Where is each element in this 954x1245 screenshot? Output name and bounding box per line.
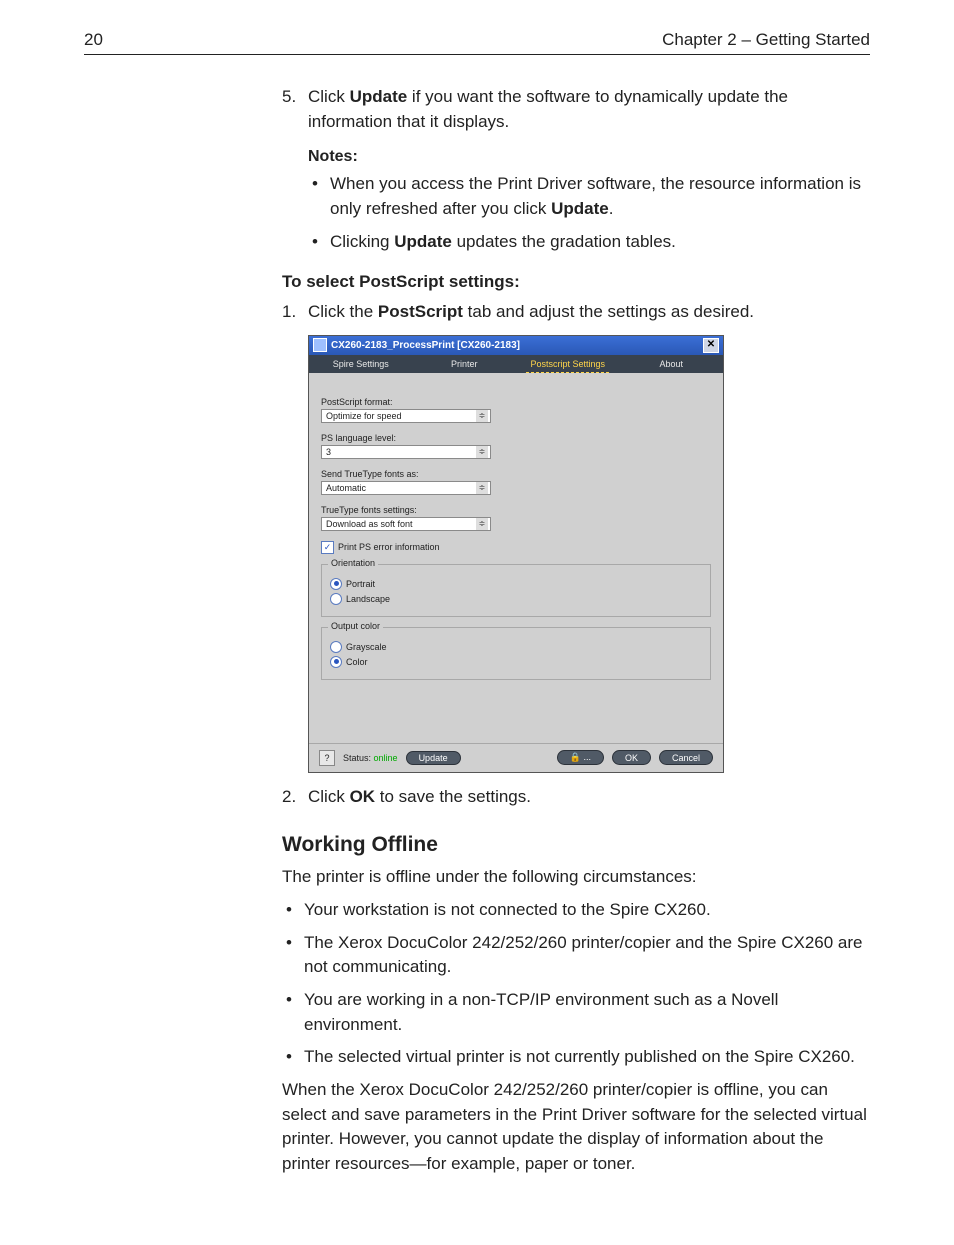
note-item-1: When you access the Print Driver softwar…	[308, 172, 870, 221]
stepper-icon: ≑	[476, 410, 488, 422]
step-5: 5. Click Update if you want the software…	[282, 85, 870, 134]
orientation-portrait-radio[interactable]: Portrait	[330, 578, 702, 590]
tab-strip: Spire Settings Printer Postscript Settin…	[309, 355, 723, 373]
dialog-window: CX260-2183_ProcessPrint [CX260-2183] ✕ S…	[308, 335, 724, 773]
group-legend: Orientation	[328, 558, 378, 568]
chapter-title: Chapter 2 – Getting Started	[662, 30, 870, 50]
status-value: online	[374, 753, 398, 763]
postscript-format-dropdown[interactable]: Optimize for speed ≑	[321, 409, 491, 423]
step-text-pre: Click	[308, 87, 350, 106]
field-postscript-format: PostScript format: Optimize for speed ≑	[321, 397, 711, 423]
working-offline-heading: Working Offline	[282, 833, 870, 857]
dialog-screenshot: CX260-2183_ProcessPrint [CX260-2183] ✕ S…	[282, 335, 870, 773]
tab-postscript-settings[interactable]: Postscript Settings	[516, 355, 620, 373]
notes-label: Notes:	[308, 148, 870, 166]
offline-bullet-3: You are working in a non-TCP/IP environm…	[282, 988, 870, 1037]
dropdown-value: 3	[326, 447, 331, 457]
step-number: 2.	[282, 785, 296, 810]
ps-language-level-dropdown[interactable]: 3 ≑	[321, 445, 491, 459]
offline-paragraph: When the Xerox DocuColor 242/252/260 pri…	[282, 1078, 870, 1177]
output-color-group: Output color Grayscale Color	[321, 627, 711, 680]
orientation-landscape-radio[interactable]: Landscape	[330, 593, 702, 605]
dialog-title-text: CX260-2183_ProcessPrint [CX260-2183]	[331, 340, 520, 351]
offline-intro: The printer is offline under the followi…	[282, 865, 870, 890]
tab-spire-settings[interactable]: Spire Settings	[309, 355, 413, 373]
field-ps-language-level: PS language level: 3 ≑	[321, 433, 711, 459]
field-label: TrueType fonts settings:	[321, 505, 711, 515]
dialog-titlebar: CX260-2183_ProcessPrint [CX260-2183] ✕	[309, 336, 723, 355]
radio-icon	[330, 593, 342, 605]
page-header: 20 Chapter 2 – Getting Started	[84, 30, 870, 55]
dropdown-value: Download as soft font	[326, 519, 413, 529]
update-button[interactable]: Update	[406, 751, 461, 765]
offline-bullet-1: Your workstation is not connected to the…	[282, 898, 870, 923]
dropdown-value: Automatic	[326, 483, 366, 493]
cancel-button[interactable]: Cancel	[659, 750, 713, 765]
group-legend: Output color	[328, 621, 383, 631]
send-truetype-dropdown[interactable]: Automatic ≑	[321, 481, 491, 495]
print-ps-error-checkbox-row[interactable]: ✓ Print PS error information	[321, 541, 711, 554]
checkbox-label: Print PS error information	[338, 542, 440, 552]
field-truetype-settings: TrueType fonts settings: Download as sof…	[321, 505, 711, 531]
stepper-icon: ≑	[476, 482, 488, 494]
lock-button[interactable]: 🔒 ...	[557, 750, 604, 765]
ps-step-1: 1. Click the PostScript tab and adjust t…	[282, 300, 870, 325]
note-item-2: Clicking Update updates the gradation ta…	[308, 230, 870, 255]
ok-button[interactable]: OK	[612, 750, 651, 765]
checkbox-icon: ✓	[321, 541, 334, 554]
help-button[interactable]: ?	[319, 750, 335, 766]
close-button[interactable]: ✕	[703, 338, 719, 353]
radio-icon	[330, 578, 342, 590]
tab-printer[interactable]: Printer	[413, 355, 517, 373]
step-number: 1.	[282, 300, 296, 325]
dialog-body: PostScript format: Optimize for speed ≑ …	[309, 373, 723, 743]
offline-bullet-2: The Xerox DocuColor 242/252/260 printer/…	[282, 931, 870, 980]
stepper-icon: ≑	[476, 518, 488, 530]
page-number: 20	[84, 30, 103, 50]
ps-step-2: 2. Click OK to save the settings.	[282, 785, 870, 810]
status-label: Status:	[343, 753, 371, 763]
field-label: PS language level:	[321, 433, 711, 443]
dialog-footer: ? Status: online Update 🔒 ... OK Cancel	[309, 743, 723, 772]
step-text-bold: Update	[350, 87, 408, 106]
stepper-icon: ≑	[476, 446, 488, 458]
radio-icon	[330, 641, 342, 653]
radio-icon	[330, 656, 342, 668]
step-number: 5.	[282, 85, 296, 110]
offline-bullet-4: The selected virtual printer is not curr…	[282, 1045, 870, 1070]
postscript-heading: To select PostScript settings:	[282, 272, 870, 292]
app-icon	[313, 338, 327, 352]
dropdown-value: Optimize for speed	[326, 411, 402, 421]
output-grayscale-radio[interactable]: Grayscale	[330, 641, 702, 653]
offline-bullets: Your workstation is not connected to the…	[282, 898, 870, 1070]
content: 5. Click Update if you want the software…	[84, 85, 870, 1177]
tab-about[interactable]: About	[620, 355, 724, 373]
output-color-radio[interactable]: Color	[330, 656, 702, 668]
field-send-truetype: Send TrueType fonts as: Automatic ≑	[321, 469, 711, 495]
page: 20 Chapter 2 – Getting Started 5. Click …	[0, 0, 954, 1245]
field-label: PostScript format:	[321, 397, 711, 407]
truetype-settings-dropdown[interactable]: Download as soft font ≑	[321, 517, 491, 531]
notes-block: Notes: When you access the Print Driver …	[308, 148, 870, 254]
orientation-group: Orientation Portrait Landscape	[321, 564, 711, 617]
field-label: Send TrueType fonts as:	[321, 469, 711, 479]
